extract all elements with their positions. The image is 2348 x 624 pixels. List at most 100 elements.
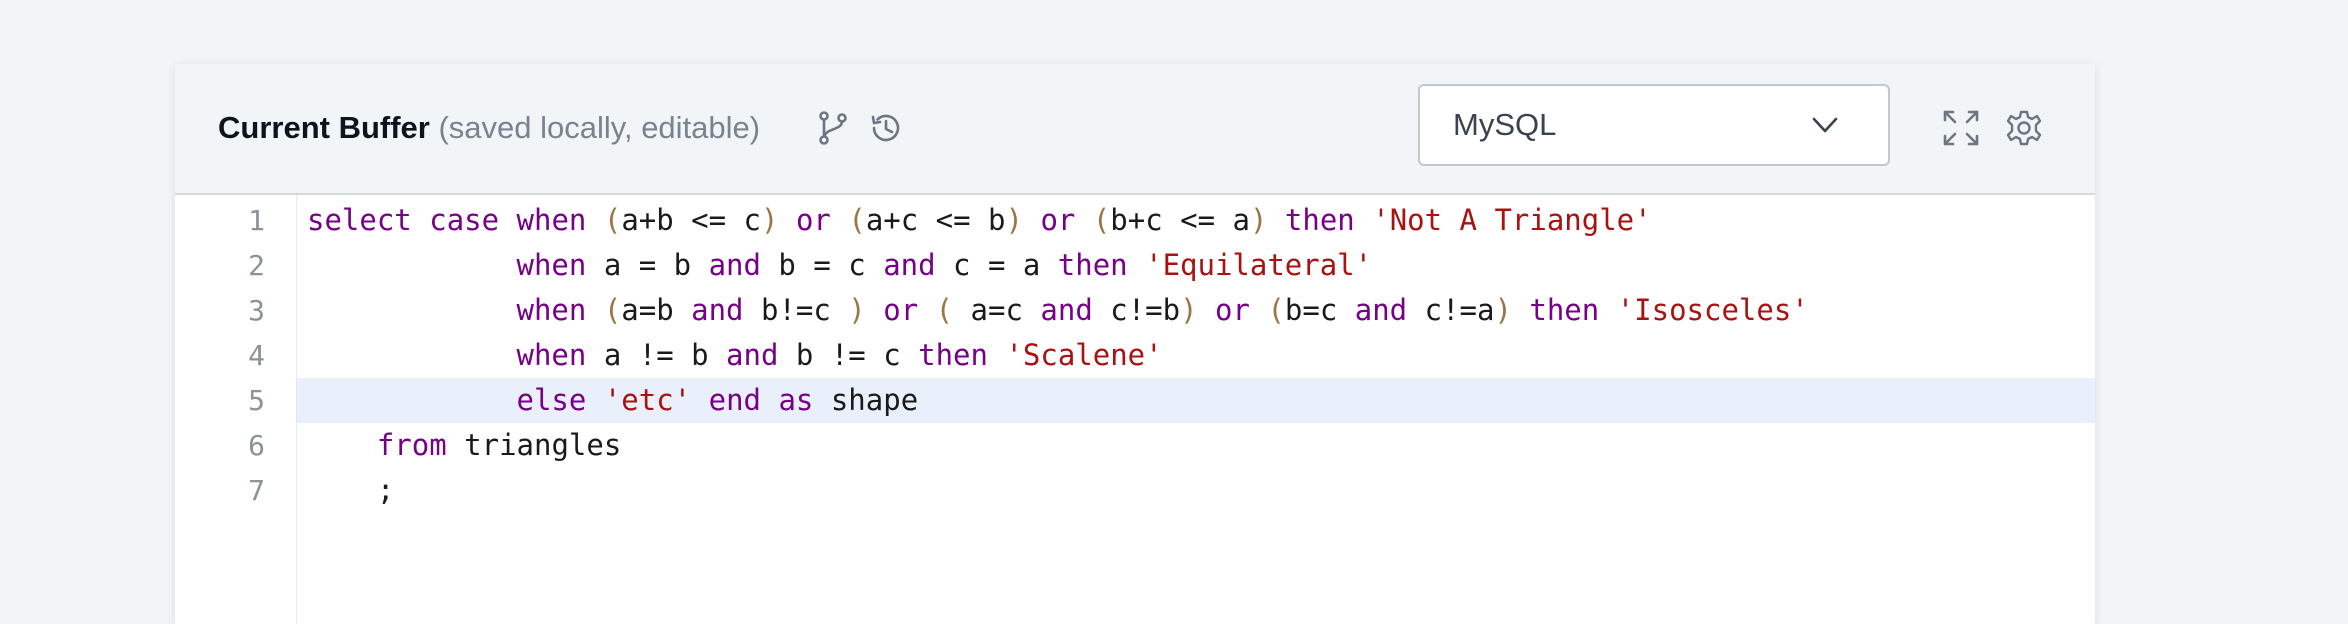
code-editor-panel: Current Buffer (saved locally, editable)… (175, 64, 2095, 624)
code-token: a=b (621, 293, 692, 327)
code-editor[interactable]: 1 select case when (a+b <= c) or (a+c <= … (175, 195, 2095, 624)
line-number: 1 (248, 204, 265, 237)
code-token: a = b (586, 248, 709, 282)
code-token: a != b (586, 338, 727, 372)
code-bracket: ( (1092, 203, 1111, 237)
language-select-value: MySQL (1453, 107, 1557, 142)
code-keyword: end (708, 383, 761, 417)
code-line-text[interactable]: ; (297, 468, 2095, 513)
code-string: 'Scalene' (1005, 338, 1163, 372)
code-line-text[interactable]: when (a=b and b!=c ) or ( a=c and c!=b) … (297, 288, 2095, 333)
line-number: 4 (248, 339, 265, 372)
code-keyword: and (691, 293, 744, 327)
code-bracket: ( (935, 293, 954, 327)
code-bracket: ( (1267, 293, 1285, 327)
code-bracket: ) (761, 203, 779, 237)
code-line-text[interactable]: when a != b and b != c then 'Scalene' (297, 333, 2095, 378)
code-keyword: then (918, 338, 988, 372)
code-keyword: then (1529, 293, 1600, 327)
code-keyword: or (795, 203, 831, 237)
code-line[interactable]: 7 ; (175, 468, 2095, 513)
code-keyword: and (1354, 293, 1408, 327)
code-token: b=c (1284, 293, 1355, 327)
git-branch-icon[interactable] (813, 108, 853, 148)
code-line[interactable]: 5 else 'etc' end as shape (175, 378, 2095, 423)
line-number: 7 (248, 474, 265, 507)
chevron-down-icon (1812, 117, 1838, 133)
code-token: b!=c (743, 293, 849, 327)
code-token: a+b <= c (621, 203, 762, 237)
code-string: 'Equilateral' (1145, 248, 1373, 282)
code-bracket: ) (1494, 293, 1512, 327)
code-token: c = a (935, 248, 1058, 282)
code-keyword: case (429, 203, 500, 237)
language-select[interactable]: MySQL (1418, 84, 1890, 166)
code-line[interactable]: 3 when (a=b and b!=c ) or ( a=c and c!=b… (175, 288, 2095, 333)
code-token: b = c (760, 248, 884, 282)
code-bracket: ) (1249, 203, 1268, 237)
code-token: c!=b (1092, 293, 1181, 327)
buffer-title-label: Current Buffer (218, 110, 430, 145)
code-token: a=c (953, 293, 1041, 327)
code-keyword: and (883, 248, 936, 282)
code-keyword: when (516, 338, 587, 372)
code-keyword: when (516, 203, 587, 237)
code-token: shape (813, 383, 919, 417)
code-keyword: else (516, 383, 587, 417)
code-bracket: ( (603, 203, 622, 237)
history-icon[interactable] (866, 108, 906, 148)
code-line[interactable]: 2 when a = b and b = c and c = a then 'E… (175, 243, 2095, 288)
code-token: b != c (778, 338, 919, 372)
code-line-text[interactable]: from triangles (297, 423, 2095, 468)
code-token: a+c <= b (865, 203, 1006, 237)
code-bracket: ) (1005, 203, 1023, 237)
code-keyword: when (516, 248, 587, 282)
code-token: c!=a (1407, 293, 1495, 327)
code-token: b+c <= a (1110, 203, 1250, 237)
code-line[interactable]: 1 select case when (a+b <= c) or (a+c <= … (175, 198, 2095, 243)
code-bracket: ( (603, 293, 622, 327)
code-keyword: then (1057, 248, 1128, 282)
code-line-text[interactable]: else 'etc' end as shape (297, 378, 2095, 423)
line-number: 5 (248, 384, 265, 417)
buffer-title: Current Buffer (saved locally, editable) (218, 104, 760, 152)
line-number: 6 (248, 429, 265, 462)
code-line[interactable]: 6 from triangles (175, 423, 2095, 468)
code-line[interactable]: 4 when a != b and b != c then 'Scalene' (175, 333, 2095, 378)
code-bracket: ) (848, 293, 866, 327)
code-bracket: ( (848, 203, 866, 237)
code-string: 'Not A Triangle' (1372, 203, 1652, 237)
code-keyword: when (516, 293, 587, 327)
code-keyword: and (726, 338, 779, 372)
code-string: 'etc' (603, 383, 692, 417)
line-number: 2 (248, 249, 265, 282)
code-bracket: ) (1180, 293, 1198, 327)
code-line-text[interactable]: select case when (a+b <= c) or (a+c <= b… (297, 198, 2095, 243)
code-line-text[interactable]: when a = b and b = c and c = a then 'Equ… (297, 243, 2095, 288)
code-keyword: and (1040, 293, 1093, 327)
code-keyword: then (1284, 203, 1355, 237)
code-keyword: or (1040, 203, 1076, 237)
fullscreen-icon[interactable] (1941, 108, 1981, 148)
gear-icon[interactable] (2004, 108, 2044, 148)
